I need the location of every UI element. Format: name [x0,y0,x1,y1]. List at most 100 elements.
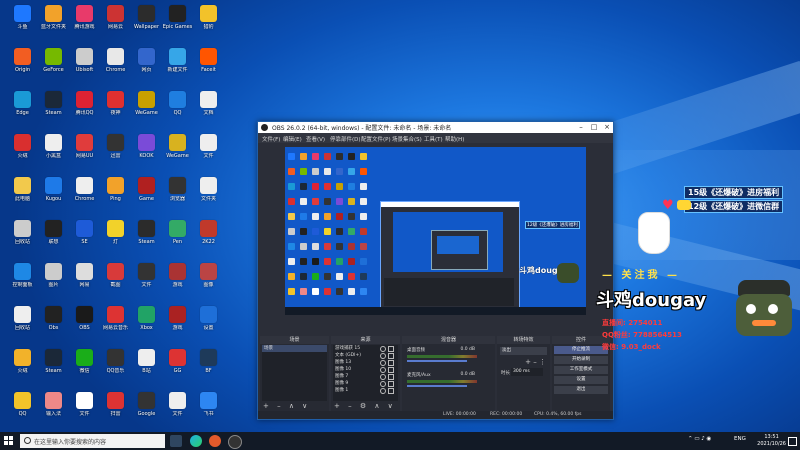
app-icon [14,48,31,65]
app-icon [14,263,31,280]
volume-meter [407,380,477,383]
preview-icon [288,258,295,265]
volume-fader[interactable] [407,385,467,387]
desktop-icon[interactable]: 2K22 [190,218,227,256]
app-icon [200,91,217,108]
scenes-dock: 场景 场景 + – ∧ ∨ [260,336,329,411]
preview-icon [336,273,343,280]
clock-time: 13:51 [764,434,779,440]
preview-icon [324,153,331,160]
exit-button[interactable]: 退出 [554,386,608,394]
source-item[interactable]: 图像 9 [333,380,398,387]
menu-docks[interactable]: 停靠部件(D) [330,135,361,143]
volume-fader[interactable] [407,360,467,362]
rec-time: REC: 00:00:00 [490,412,523,417]
preview-icon [348,168,355,175]
app-icon [169,5,186,22]
app-icon [45,349,62,366]
source-item[interactable]: 图像 10 [333,366,398,373]
app-icon [107,177,124,194]
app-icon [169,306,186,323]
desktop-icon-label: 设置 [203,325,214,331]
search-placeholder: 在这里输入你要搜索的内容 [34,439,107,446]
lock-icon[interactable] [388,388,394,394]
desktop-icon[interactable]: 文件夹 [190,175,227,213]
preview-icon [300,183,307,190]
taskbar-search-input[interactable]: 在这里输入你要搜索的内容 [20,434,165,448]
preview-icon [300,273,307,280]
scene-item[interactable]: 场景 [262,345,327,352]
preview-icon [348,258,355,265]
source-item[interactable]: 文本 (GDI+) [333,352,398,359]
settings-button[interactable]: 设置 [554,376,608,384]
preview-icon [312,288,319,295]
desktop-icon-label: 文档 [203,110,214,116]
tray-icons[interactable]: ⌃ ▭ ♪ ◉ [688,436,711,442]
obs-taskbar-icon[interactable] [228,435,242,449]
taskbar: 在这里输入你要搜索的内容 ⌃ ▭ ♪ ◉ ENG 13:51 2021/10/2… [0,432,800,450]
preview-icon [300,243,307,250]
preview-icon [336,243,343,250]
stop-streaming-button[interactable]: 停止推流 [554,346,608,354]
desktop-icon[interactable]: 文档 [190,89,227,127]
windows-start-icon[interactable] [4,436,14,446]
obs-preview-canvas[interactable]: 12级《还爆破》进房福利 斗鸡dougay [285,147,586,315]
desktop-icon[interactable]: BF [190,347,227,385]
preview-icon [324,183,331,190]
preview-icon [348,213,355,220]
desktop-icon-label: 猎豹 [203,24,214,30]
app-icon [200,177,217,194]
preview-icon [336,198,343,205]
menu-edit[interactable]: 编辑(E) [283,135,302,143]
duration-input[interactable]: 300 ms [511,368,543,376]
eye-icon[interactable] [380,388,386,394]
app-icon [76,220,93,237]
source-item[interactable]: 游戏捕获 15 [333,345,398,352]
transition-add-remove[interactable]: + – ⋮ [497,358,550,366]
input-language[interactable]: ENG [734,436,746,442]
desktop-icon[interactable]: Faceit [190,46,227,84]
transition-select[interactable]: 淡出 [500,347,547,355]
notification-icon[interactable] [788,437,797,446]
source-item[interactable]: 图像 7 [333,373,398,380]
obs-docks: 场景 场景 + – ∧ ∨ 来源 游戏捕获 15 文本 (GDI+) 图像 13 图像… [260,336,611,411]
preview-icon [360,288,367,295]
desktop-icon[interactable]: 文件 [190,132,227,170]
desktop-icon-label: 2K22 [202,239,215,245]
app-icon [76,349,93,366]
desktop-icon[interactable]: 飞书 [190,390,227,428]
menu-profile[interactable]: 配置文件(P) [361,135,391,143]
mixer-row-desktop[interactable]: 桌面音频 0.0 dB [407,347,477,367]
menu-file[interactable]: 文件(F) [262,135,280,143]
menu-scene-collection[interactable]: 场景集合(S) [392,135,422,143]
preview-icon [360,228,367,235]
duration-label: 时长 [501,371,510,376]
start-recording-button[interactable]: 开始录制 [554,356,608,364]
maximize-button[interactable]: □ [588,122,600,133]
menu-tools[interactable]: 工具(T) [424,135,443,143]
desktop-icon[interactable]: 猎豹 [190,3,227,41]
taskbar-clock[interactable]: 13:51 2021/10/26 [757,434,786,448]
edge-icon[interactable] [190,435,202,447]
close-button[interactable]: × [601,122,613,133]
studio-mode-button[interactable]: 工作室模式 [554,366,608,374]
app-icon [45,5,62,22]
preview-icon [312,243,319,250]
desktop-icon[interactable]: 图像 [190,261,227,299]
task-view-icon[interactable] [170,435,182,447]
firefox-icon[interactable] [209,435,221,447]
obs-title-bar[interactable]: OBS 26.0.2 (64-bit, windows) - 配置文件: 未命名… [258,122,613,133]
source-item[interactable]: 图像 1 [333,387,398,394]
source-item[interactable]: 图像 13 [333,359,398,366]
menu-help[interactable]: 帮助(H) [445,135,464,143]
scene-list-controls[interactable]: + – ∧ ∨ [263,402,310,410]
source-list-controls[interactable]: + – ⚙ ∧ ∨ [334,402,396,410]
mixer-row-mic[interactable]: 麦克风/Aux 0.0 dB [407,372,477,392]
app-icon [45,177,62,194]
desktop-icon[interactable]: 设置 [190,304,227,342]
app-icon [169,392,186,409]
minimize-button[interactable]: – [575,122,587,133]
preview-icon [336,168,343,175]
menu-view[interactable]: 查看(V) [306,135,325,143]
desktop-icon-label: Faceit [201,67,216,73]
